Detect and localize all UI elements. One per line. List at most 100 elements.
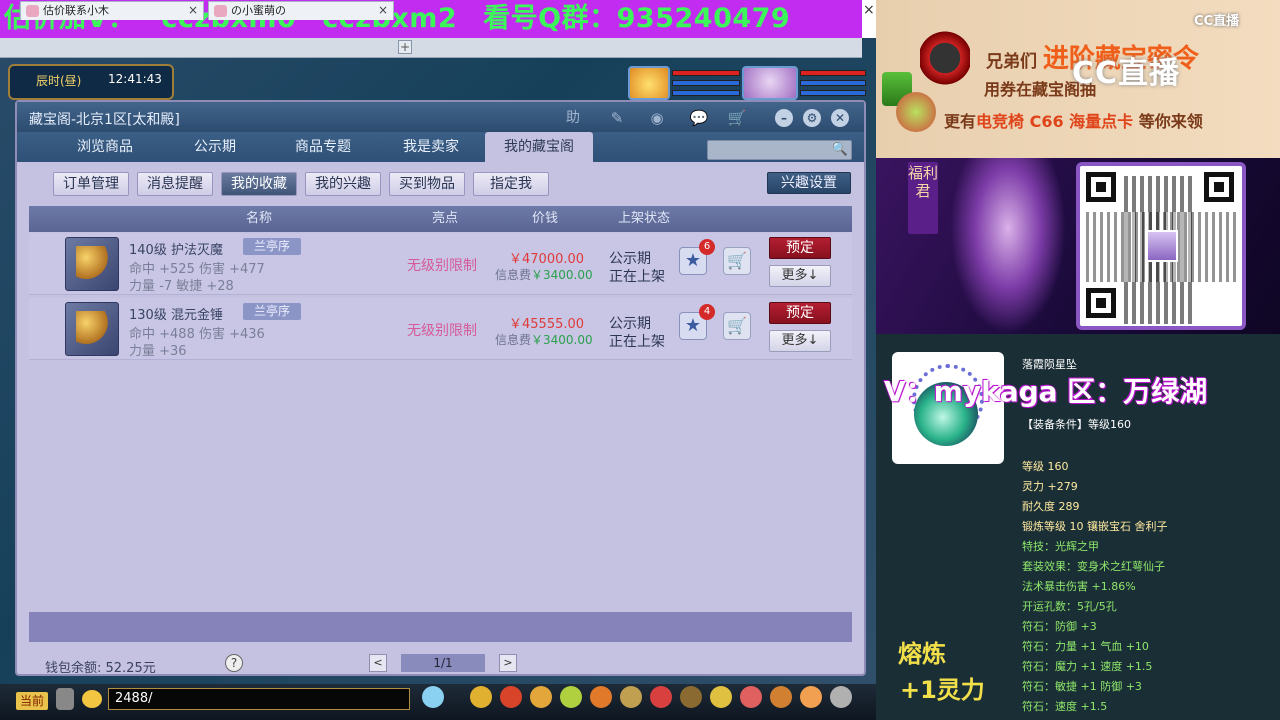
- browser-tab-2[interactable]: の小蜜萌の ×: [208, 1, 394, 20]
- pet-mp-bar: [672, 80, 740, 86]
- pet-icon[interactable]: [422, 686, 444, 708]
- chat-input[interactable]: 2488/: [108, 688, 410, 710]
- table-header: 名称 亮点 价钱 上架状态: [29, 206, 852, 232]
- dancer-illustration: [950, 158, 1066, 334]
- ad-line3: 更有电竞椅 C66 海量点卡 等你来领: [944, 108, 1203, 132]
- ranking-icon[interactable]: [770, 686, 792, 708]
- tab-my-pavilion[interactable]: 我的藏宝阁: [485, 132, 593, 162]
- item-icon[interactable]: [500, 686, 522, 708]
- treasure-pavilion-window: 藏宝阁-北京1区[太和殿] 助 ✎ ◉ 💬 🛒 – ⚙ ✕ 浏览商品 公示期 商…: [15, 100, 866, 676]
- game-clock: 辰时(昼) 12:41:43: [8, 64, 174, 100]
- activity-icon[interactable]: [740, 686, 762, 708]
- emoji-icon[interactable]: [82, 690, 102, 708]
- new-tab-button[interactable]: +: [398, 40, 412, 54]
- close-icon[interactable]: ×: [188, 2, 198, 19]
- team-icon[interactable]: [620, 686, 642, 708]
- subtab-purchased[interactable]: 买到物品: [389, 172, 465, 196]
- subtab-orders[interactable]: 订单管理: [53, 172, 129, 196]
- equip-rune: 符石：力量 +1 气血 +10: [1022, 640, 1149, 653]
- minimize-icon[interactable]: –: [775, 109, 793, 127]
- table-row[interactable]: 130级 混元金锤 兰亭序 命中 +488 伤害 +436 力量 +36 无级别…: [29, 298, 852, 360]
- equip-forge: 锻炼等级 10 镶嵌宝石 舍利子: [1022, 520, 1168, 533]
- microphone-icon[interactable]: [56, 688, 74, 710]
- system-icon[interactable]: [830, 686, 852, 708]
- tab-public[interactable]: 公示期: [165, 132, 265, 162]
- settings-icon[interactable]: ⚙: [803, 109, 821, 127]
- window-titlebar[interactable]: 藏宝阁-北京1区[太和殿] 助 ✎ ◉ 💬 🛒 – ⚙ ✕: [17, 102, 864, 132]
- cart-icon[interactable]: 🛒: [727, 108, 747, 128]
- shop-icon[interactable]: [590, 686, 612, 708]
- current-channel-button[interactable]: 当前: [16, 692, 48, 710]
- tab-seller[interactable]: 我是卖家: [379, 132, 483, 162]
- browser-tabbar: [0, 38, 862, 58]
- task-icon[interactable]: [560, 686, 582, 708]
- skill-icon[interactable]: [470, 686, 492, 708]
- search-input[interactable]: 🔍: [707, 140, 852, 160]
- equip-level: 等级 160: [1022, 460, 1069, 473]
- item-name: 140级 护法灭魔: [129, 243, 223, 258]
- welfare-label: 福利君: [908, 162, 938, 234]
- window-controls: ×: [862, 0, 876, 38]
- ad-text: 等你来领: [1138, 112, 1203, 131]
- tab-browse[interactable]: 浏览商品: [47, 132, 163, 162]
- equip-special: 特技：光辉之甲: [1022, 540, 1099, 553]
- record-icon[interactable]: ◉: [647, 108, 667, 128]
- wallet-balance: 钱包余额: 52.25元: [45, 661, 156, 676]
- prev-page-button[interactable]: <: [369, 654, 387, 672]
- equip-holes: 开运孔数：5孔/5孔: [1022, 600, 1117, 613]
- gift-box-icon: [896, 92, 936, 132]
- edit-icon[interactable]: ✎: [607, 108, 627, 128]
- hammer-item-icon[interactable]: [65, 302, 119, 356]
- more-button[interactable]: 更多↓: [769, 330, 831, 352]
- browser-tab-1[interactable]: 估价联系小木 ×: [20, 1, 204, 20]
- table-row[interactable]: 140级 护法灭魔 兰亭序 命中 +525 伤害 +477 力量 -7 敏捷 +…: [29, 233, 852, 295]
- add-to-cart-icon[interactable]: 🛒: [723, 247, 751, 275]
- chat-icon[interactable]: 💬: [689, 108, 709, 128]
- tab-topics[interactable]: 商品专题: [271, 132, 375, 162]
- favorite-count-badge: 6: [699, 239, 715, 255]
- window-title: 藏宝阁-北京1区[太和殿]: [29, 112, 180, 128]
- qr-finder: [1086, 288, 1116, 318]
- mail-icon[interactable]: [710, 686, 732, 708]
- item-tag: 兰亭序: [243, 238, 301, 255]
- help-icon[interactable]: ?: [225, 654, 243, 672]
- subtab-messages[interactable]: 消息提醒: [137, 172, 213, 196]
- column-header: 名称: [245, 211, 272, 226]
- close-icon[interactable]: ×: [863, 2, 875, 18]
- close-icon[interactable]: ×: [378, 2, 388, 19]
- fee-value: ￥3400.00: [531, 268, 593, 282]
- pet-hp-bar: [672, 70, 740, 76]
- reserve-button[interactable]: 预定: [769, 302, 831, 324]
- item-fee: 信息费￥3400.00: [495, 266, 593, 283]
- staff-item-icon[interactable]: [65, 237, 119, 291]
- gift-icon[interactable]: [530, 686, 552, 708]
- more-button[interactable]: 更多↓: [769, 265, 831, 287]
- column-header: 价钱: [531, 211, 558, 226]
- player-mp-bar: [800, 80, 866, 86]
- pet-exp-bar: [672, 90, 740, 96]
- subtab-interests[interactable]: 我的兴趣: [305, 172, 381, 196]
- equip-condition: 【装备条件】等级160: [1022, 418, 1131, 431]
- help-icon[interactable]: 助: [563, 108, 583, 128]
- tab-label: 估价联系小木: [43, 4, 109, 17]
- add-to-cart-icon[interactable]: 🛒: [723, 312, 751, 340]
- next-page-button[interactable]: >: [499, 654, 517, 672]
- subtab-favorites[interactable]: 我的收藏: [221, 172, 297, 196]
- player-avatar[interactable]: [742, 66, 798, 100]
- ad-text: 兄弟们: [986, 52, 1037, 72]
- column-header: 亮点: [431, 211, 458, 226]
- friends-icon[interactable]: [680, 686, 702, 708]
- reserve-button[interactable]: 预定: [769, 237, 831, 259]
- equip-rune: 符石：魔力 +1 速度 +1.5: [1022, 660, 1153, 673]
- player-sp-bar: [800, 90, 866, 96]
- tab-label: の小蜜萌の: [231, 4, 286, 17]
- subtab-assigned[interactable]: 指定我: [473, 172, 549, 196]
- interest-settings-button[interactable]: 兴趣设置: [767, 172, 851, 194]
- close-icon[interactable]: ✕: [831, 109, 849, 127]
- pet-avatar[interactable]: [628, 66, 670, 100]
- item-price: ￥45555.00: [509, 317, 585, 332]
- guild-icon[interactable]: [650, 686, 672, 708]
- fee-label: 信息费: [495, 333, 532, 347]
- mall-icon[interactable]: [800, 686, 822, 708]
- search-icon[interactable]: 🔍: [832, 142, 848, 157]
